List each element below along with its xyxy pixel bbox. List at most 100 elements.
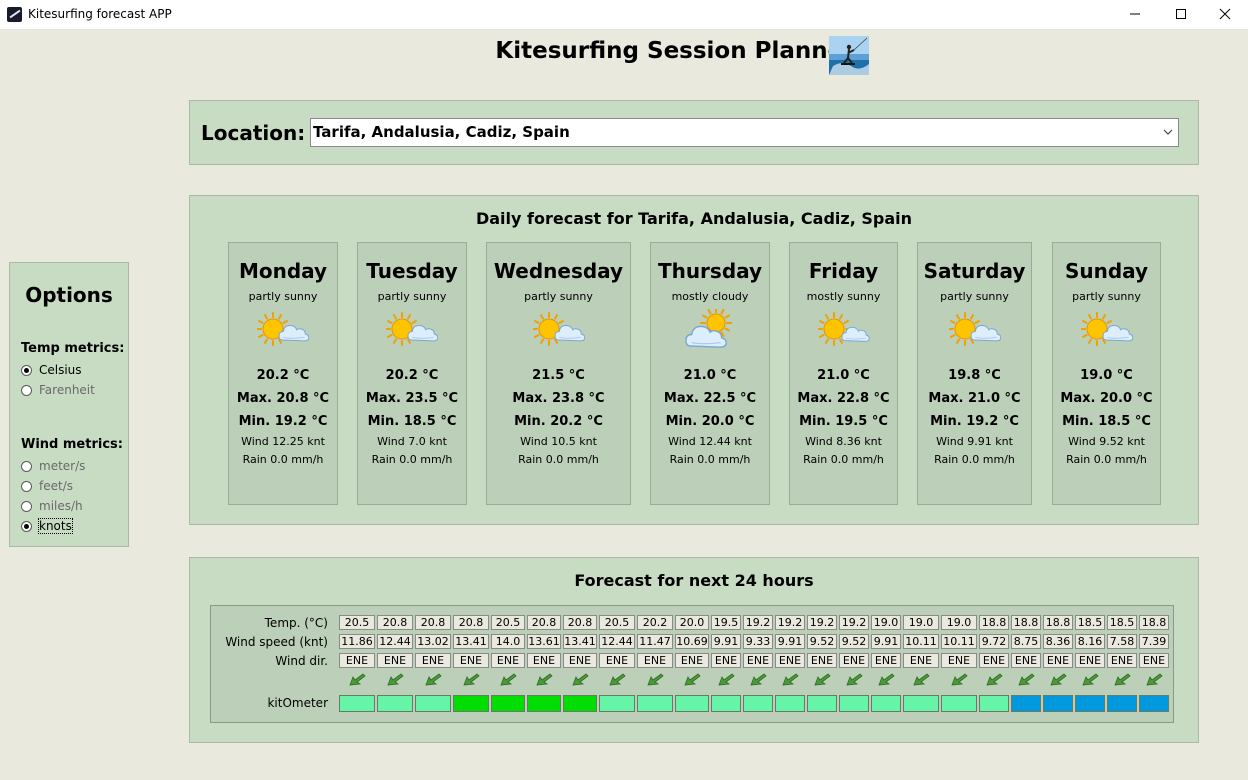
hour-temp-cell: 18.8 [1139, 615, 1169, 630]
day-card-wednesday: Wednesday partly sunny 21.5 °C Max. 23.8 °… [486, 242, 631, 505]
partly-sunny-icon [386, 312, 438, 346]
day-condition: partly sunny [1072, 290, 1141, 303]
hour-temp-cell: 18.8 [1011, 615, 1041, 630]
wind-direction-arrow-icon [500, 673, 517, 686]
close-icon [1219, 8, 1231, 20]
day-wind: Wind 9.91 knt [936, 435, 1013, 448]
hour-wind-cell: 9.91 [871, 634, 901, 649]
radio-label: Farenheit [39, 383, 95, 397]
wind-direction-arrow-icon [718, 673, 735, 686]
hourly-forecast-panel: Forecast for next 24 hours Temp. (°C) Wi… [189, 557, 1199, 743]
day-condition: partly sunny [940, 290, 1009, 303]
hour-wind-cell: 12.44 [377, 634, 413, 649]
hour-dir-cell: ENE [415, 653, 451, 668]
hour-dir-cell: ENE [871, 653, 901, 668]
wind-direction-arrow-icon [609, 673, 626, 686]
hour-dir-cell: ENE [711, 653, 741, 668]
hour-dir-cell: ENE [1075, 653, 1105, 668]
day-max-temp: Max. 22.5 °C [663, 391, 757, 406]
hour-temp-cell: 20.5 [491, 615, 525, 630]
wind-direction-arrow-icon [750, 673, 767, 686]
hour-temp-cell: 18.8 [979, 615, 1009, 630]
day-max-temp: Max. 22.8 °C [797, 391, 890, 406]
hour-dir-cell: ENE [903, 653, 939, 668]
maximize-button[interactable] [1158, 0, 1204, 29]
radio-button[interactable] [21, 501, 32, 512]
hour-dir-cell: ENE [453, 653, 489, 668]
kitometer-cell [599, 695, 635, 712]
kitometer-cell [941, 695, 977, 712]
day-card-tuesday: Tuesday partly sunny 20.2 °C Max. 23.5 °C M… [357, 242, 467, 505]
hour-dir-cell: ENE [491, 653, 525, 668]
minimize-button[interactable] [1112, 0, 1158, 29]
wind-direction-arrow-icon [425, 673, 442, 686]
hour-temp-cell: 19.5 [711, 615, 741, 630]
partly-sunny-icon [532, 312, 585, 346]
kitometer-cell [839, 695, 869, 712]
partly-sunny-icon [948, 312, 1001, 346]
radio-button[interactable] [21, 461, 32, 472]
hour-wind-cell: 9.91 [711, 634, 741, 649]
kitometer-cell [453, 695, 489, 712]
day-rain: Rain 0.0 mm/h [371, 453, 453, 466]
hour-temp-cell: 19.0 [941, 615, 977, 630]
day-min-temp: Min. 18.5 °C [367, 414, 457, 429]
wind-direction-arrow-icon [986, 673, 1003, 686]
location-dropdown[interactable]: Tarifa, Andalusia, Cadiz, Spain [310, 118, 1179, 147]
location-panel: Location: Tarifa, Andalusia, Cadiz, Spai… [189, 100, 1199, 165]
hour-dir-cell: ENE [1011, 653, 1041, 668]
window-title: Kitesurfing forecast APP [28, 7, 172, 21]
radio-button[interactable] [21, 481, 32, 492]
hour-dir-cell: ENE [979, 653, 1009, 668]
day-condition: mostly sunny [806, 290, 881, 303]
maximize-icon [1176, 9, 1186, 19]
hour-temp-cell: 20.0 [675, 615, 709, 630]
hour-temp-cell: 20.8 [563, 615, 597, 630]
radio-button[interactable] [21, 365, 32, 376]
kitometer-cell [775, 695, 805, 712]
day-name: Monday [238, 259, 328, 283]
hour-temp-cell: 20.5 [599, 615, 635, 630]
daily-forecast-title: Daily forecast for Tarifa, Andalusia, Ca… [475, 209, 913, 228]
hour-temp-cell: 19.0 [903, 615, 939, 630]
close-button[interactable] [1202, 0, 1248, 29]
hour-dir-cell: ENE [637, 653, 673, 668]
wind-direction-arrow-icon [951, 673, 968, 686]
day-condition: partly sunny [524, 290, 593, 303]
minimize-icon [1130, 13, 1140, 15]
day-temperature: 21.5 °C [532, 368, 585, 383]
kitometer-cell [339, 695, 375, 712]
location-value: Tarifa, Andalusia, Cadiz, Spain [313, 123, 570, 141]
hour-dir-cell: ENE [839, 653, 869, 668]
day-card-monday: Monday partly sunny 20.2 °C Max. 20.8 °C Mi… [228, 242, 338, 505]
kitometer-cell [1107, 695, 1137, 712]
hour-dir-cell: ENE [339, 653, 375, 668]
hour-wind-cell: 8.16 [1075, 634, 1105, 649]
day-wind: Wind 10.5 knt [520, 435, 597, 448]
wind-metrics-heading: Wind metrics: [21, 437, 123, 452]
kitesurfer-logo-icon [829, 36, 869, 75]
hour-wind-cell: 9.72 [979, 634, 1009, 649]
hour-temp-cell: 19.0 [871, 615, 901, 630]
day-max-temp: Max. 20.0 °C [1060, 391, 1153, 406]
day-min-temp: Min. 19.5 °C [799, 414, 888, 429]
day-max-temp: Max. 23.8 °C [512, 391, 605, 406]
hour-wind-cell: 10.11 [903, 634, 939, 649]
hour-temp-cell: 19.2 [743, 615, 773, 630]
hourly-forecast-title: Forecast for next 24 hours [574, 571, 814, 590]
day-temperature: 21.0 °C [817, 368, 870, 383]
day-rain: Rain 0.0 mm/h [242, 453, 324, 466]
day-rain: Rain 0.0 mm/h [934, 453, 1015, 466]
day-min-temp: Min. 19.2 °C [238, 414, 328, 429]
hour-dir-cell: ENE [807, 653, 837, 668]
wind-direction-arrow-icon [463, 673, 480, 686]
hour-wind-cell: 9.52 [807, 634, 837, 649]
hour-dir-cell: ENE [377, 653, 413, 668]
radio-button[interactable] [21, 385, 32, 396]
hour-temp-cell: 20.8 [415, 615, 451, 630]
daily-forecast-panel: Daily forecast for Tarifa, Andalusia, Ca… [189, 195, 1199, 525]
radio-label: meter/s [39, 459, 86, 473]
hour-wind-cell: 10.69 [675, 634, 709, 649]
radio-button[interactable] [21, 521, 32, 532]
kitometer-cell [711, 695, 741, 712]
